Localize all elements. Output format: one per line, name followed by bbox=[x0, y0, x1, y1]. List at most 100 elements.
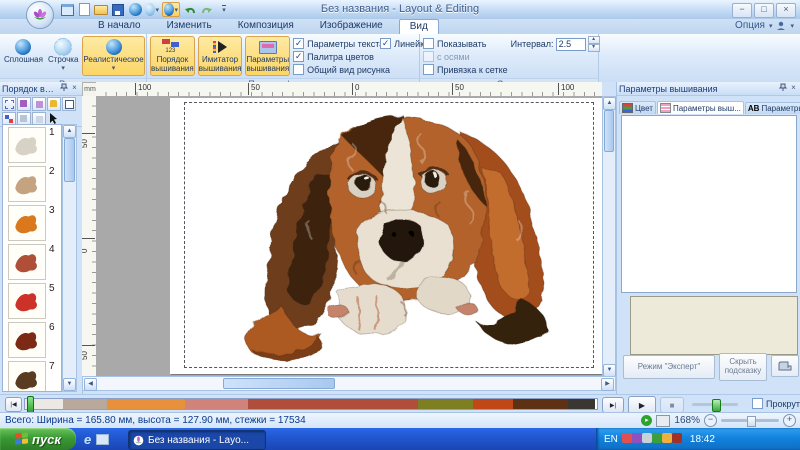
scrollbar-thumb[interactable] bbox=[64, 138, 75, 182]
application-menu-button[interactable] bbox=[26, 1, 54, 29]
embroidery-design-basset-hound[interactable] bbox=[212, 102, 568, 366]
pin-icon[interactable] bbox=[777, 83, 788, 94]
ungroup-icon[interactable] bbox=[32, 97, 46, 111]
stitch-simulator-button[interactable]: Имитатор вышивания bbox=[198, 36, 243, 76]
maximize-button[interactable]: □ bbox=[754, 3, 774, 18]
refresh-icon[interactable]: ▸ bbox=[641, 415, 652, 426]
tray-icon[interactable] bbox=[652, 433, 662, 443]
ribbon-checkbox[interactable]: ✓Палитра цветов bbox=[293, 50, 377, 63]
language-indicator[interactable]: EN bbox=[604, 434, 618, 445]
sewing-machine-button[interactable] bbox=[771, 355, 799, 377]
option-menu[interactable]: Опция bbox=[735, 20, 765, 31]
start-button[interactable]: пуск bbox=[0, 428, 76, 450]
tray-icon[interactable] bbox=[662, 433, 672, 443]
tab-sewing-attributes[interactable]: Параметры выш... bbox=[657, 101, 744, 114]
scrollbar-thumb[interactable] bbox=[223, 378, 335, 389]
taskbar: пуск e Без названия - Layo... EN 18:42 bbox=[0, 428, 800, 450]
ribbon-checkbox[interactable]: Общий вид рисунка bbox=[293, 63, 377, 76]
canvas-vertical-scrollbar[interactable]: ▲ ▼ bbox=[602, 96, 616, 378]
scroll-down-icon[interactable]: ▼ bbox=[63, 378, 76, 391]
pin-icon[interactable] bbox=[58, 83, 69, 94]
tab-text-attributes[interactable]: AB Параметры текста bbox=[745, 102, 800, 114]
right-panel-close-icon[interactable]: × bbox=[788, 83, 799, 94]
ribbon-checkbox[interactable]: Привязка к сетке bbox=[423, 63, 508, 76]
stitch-step-item[interactable]: 2 bbox=[3, 164, 61, 203]
zoom-slider-thumb[interactable] bbox=[747, 416, 756, 427]
hoop-icon[interactable] bbox=[656, 415, 670, 427]
scroll-left-icon[interactable]: ◀ bbox=[84, 378, 97, 391]
interval-up-icon[interactable]: ▲ bbox=[588, 36, 600, 44]
scroll-checkbox[interactable]: Прокрутка bbox=[752, 397, 800, 410]
canvas-horizontal-scrollbar[interactable]: ◀ ▶ bbox=[82, 376, 616, 391]
clock[interactable]: 18:42 bbox=[690, 434, 715, 445]
interval-label: Интервал: bbox=[511, 39, 554, 49]
sewing-order-button[interactable]: 123 Порядок вышивания bbox=[150, 36, 195, 76]
tab-edit[interactable]: Изменить bbox=[157, 19, 222, 34]
go-to-start-button[interactable]: |◀ bbox=[5, 397, 22, 412]
group-icon[interactable] bbox=[17, 97, 31, 111]
user-icon[interactable] bbox=[776, 21, 786, 31]
zoom-out-icon[interactable]: − bbox=[704, 414, 717, 427]
design-canvas[interactable] bbox=[96, 96, 602, 376]
next-frame-button[interactable]: ▶| bbox=[602, 397, 624, 413]
show-desktop-icon[interactable] bbox=[96, 434, 109, 445]
ruler-label: 100 bbox=[558, 83, 574, 95]
tray-icon[interactable] bbox=[622, 433, 632, 443]
step-thumbnail bbox=[8, 244, 46, 280]
ribbon: Сплошная Строчка ▾ Реалистическое ▾ Режи… bbox=[0, 34, 800, 83]
tab-view[interactable]: Вид bbox=[399, 19, 439, 34]
speed-slider-thumb[interactable] bbox=[712, 399, 721, 412]
ie-icon[interactable]: e bbox=[84, 432, 91, 447]
thread-color-timeline[interactable] bbox=[24, 398, 598, 410]
stitch-step-item[interactable]: 4 bbox=[3, 242, 61, 281]
tray-icon[interactable] bbox=[642, 433, 652, 443]
expert-mode-button[interactable]: Режим "Эксперт" bbox=[623, 355, 715, 379]
interval-down-icon[interactable]: ▼ bbox=[588, 44, 600, 52]
task-button[interactable]: Без названия - Layo... bbox=[128, 430, 266, 450]
scroll-up-icon[interactable]: ▲ bbox=[63, 125, 76, 138]
ruler-label: 50 bbox=[452, 83, 464, 95]
tab-image[interactable]: Изображение bbox=[310, 19, 393, 34]
step-thumbnail bbox=[8, 322, 46, 358]
zoom-in-icon[interactable]: + bbox=[783, 414, 796, 427]
scroll-right-icon[interactable]: ▶ bbox=[601, 378, 614, 391]
tab-color[interactable]: Цвет bbox=[619, 101, 656, 114]
lock-icon[interactable] bbox=[47, 97, 61, 111]
stitch-step-item[interactable]: 3 bbox=[3, 203, 61, 242]
interval-input[interactable]: 2.5 bbox=[556, 38, 586, 51]
solid-view-button[interactable]: Сплошная bbox=[3, 36, 44, 76]
lotus-logo-icon bbox=[133, 435, 144, 446]
zoom-slider[interactable] bbox=[721, 419, 779, 422]
sewing-attributes-button[interactable]: Параметры вышивания bbox=[245, 36, 290, 76]
frame-icon[interactable] bbox=[62, 97, 76, 111]
application-window: ▾ ▾ ▾ Без названия - Layout & Editing − … bbox=[0, 0, 800, 450]
stitch-step-item[interactable]: 1 bbox=[3, 125, 61, 164]
ribbon-checkbox[interactable]: Показывать bbox=[423, 37, 508, 50]
tray-icon[interactable] bbox=[672, 433, 682, 443]
scroll-up-icon[interactable]: ▲ bbox=[603, 97, 616, 110]
ribbon-checkbox[interactable]: ✓Параметры текста bbox=[293, 37, 377, 50]
step-number: 3 bbox=[49, 205, 55, 216]
scrollbar-thumb[interactable] bbox=[604, 110, 614, 152]
stitch-step-item[interactable]: 5 bbox=[3, 281, 61, 320]
left-panel-scrollbar[interactable]: ▲ ▼ bbox=[62, 124, 77, 392]
close-button[interactable]: × bbox=[776, 3, 796, 18]
stitch-step-item[interactable]: 6 bbox=[3, 320, 61, 359]
minimize-button[interactable]: − bbox=[732, 3, 752, 18]
realistic-view-button[interactable]: Реалистическое ▾ bbox=[82, 36, 144, 76]
speed-slider[interactable] bbox=[692, 403, 738, 406]
thread-color-segment bbox=[63, 399, 107, 409]
tab-home[interactable]: В начало bbox=[88, 19, 151, 34]
stitch-step-item[interactable]: 7 bbox=[3, 359, 61, 392]
realistic-view-icon bbox=[106, 39, 122, 55]
ribbon-checkbox[interactable]: с осями bbox=[423, 50, 508, 63]
select-all-icon[interactable] bbox=[2, 97, 16, 111]
user-dropdown-icon[interactable]: ▾ bbox=[790, 22, 794, 30]
hide-hint-button[interactable]: Скрыть подсказку bbox=[719, 353, 767, 381]
left-panel-close-icon[interactable]: × bbox=[69, 83, 80, 94]
sewing-attributes-icon bbox=[259, 39, 277, 55]
tray-icon[interactable] bbox=[632, 433, 642, 443]
option-dropdown-icon[interactable]: ▾ bbox=[769, 22, 773, 30]
tab-composition[interactable]: Композиция bbox=[228, 19, 304, 34]
stitch-view-button[interactable]: Строчка ▾ bbox=[47, 36, 79, 76]
